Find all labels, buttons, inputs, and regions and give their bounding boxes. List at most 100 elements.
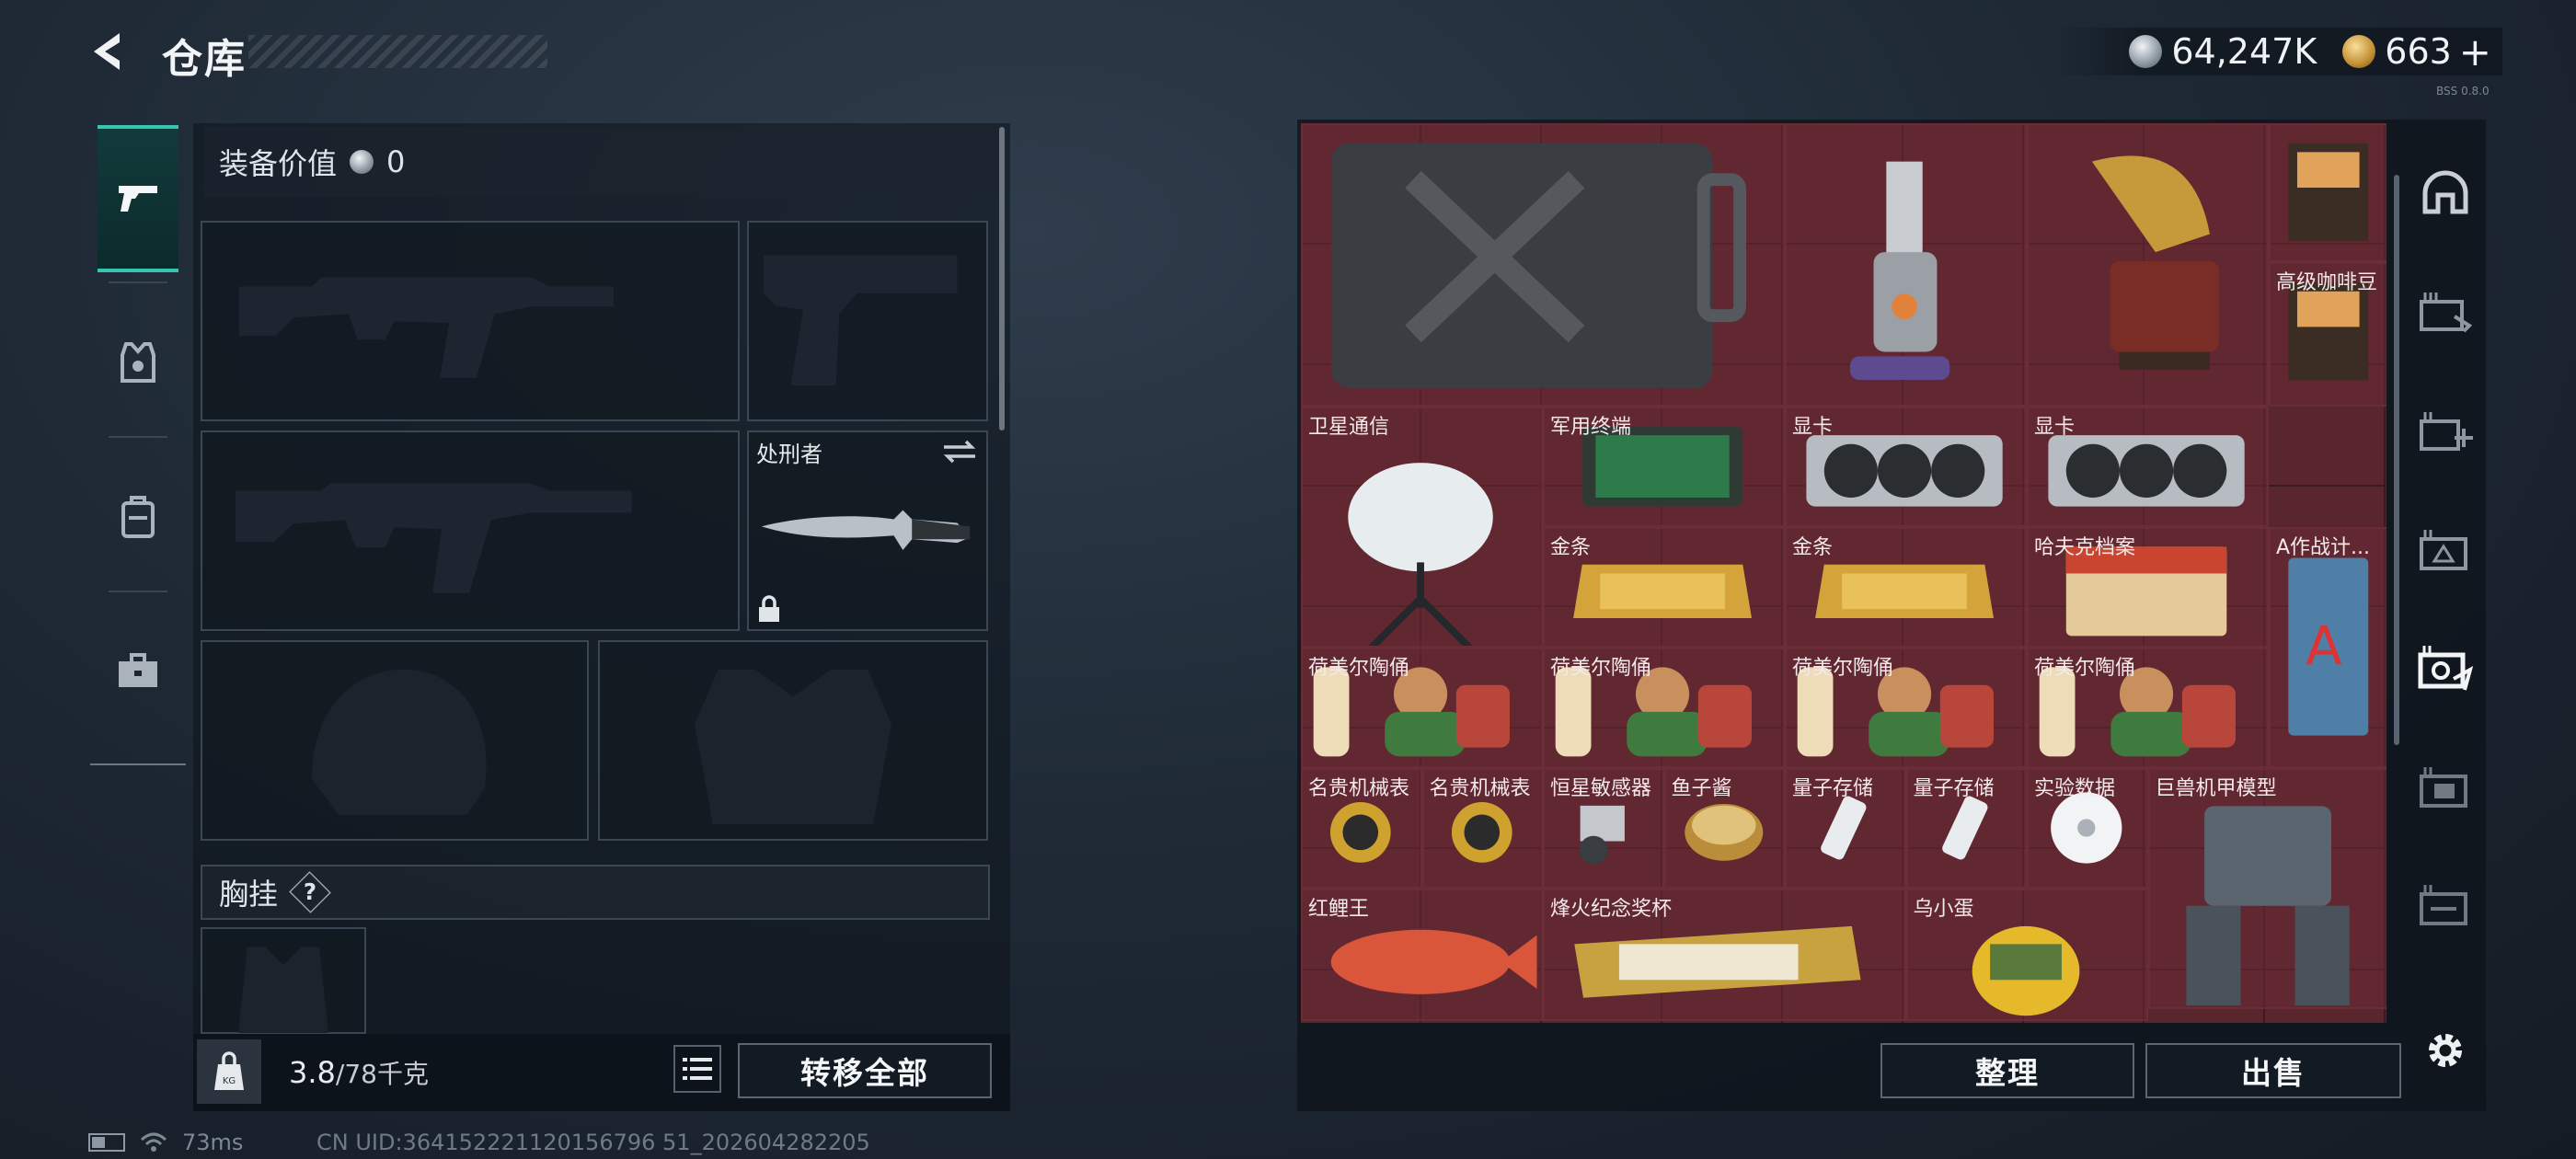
tab-medical[interactable] (2409, 396, 2482, 469)
helmet-slot[interactable] (201, 640, 589, 841)
pistol-icon (119, 186, 157, 212)
transfer-all-button[interactable]: 转移全部 (738, 1043, 992, 1098)
equipment-scrollbar[interactable] (999, 127, 1005, 430)
secondary-weapon-slot[interactable] (201, 430, 740, 631)
back-button[interactable] (85, 28, 132, 75)
version-tag: BSS 0.8.0 (2436, 85, 2490, 98)
tab-case[interactable] (98, 598, 178, 745)
chest-rig-label: 胸挂 (219, 877, 279, 912)
left-nav (90, 118, 186, 765)
sell-button[interactable]: 出售 (2145, 1043, 2401, 1098)
stash-item[interactable]: 恒星敏感器 (1543, 767, 1664, 889)
stash-item[interactable]: 卫星通信 (1301, 406, 1543, 648)
stash-item-name: 卫星通信 (1308, 415, 1390, 439)
armor-silhouette-icon (695, 669, 891, 825)
gear-icon (2429, 1034, 2462, 1067)
stash-grid: 高级咖啡豆 卫星通信 军用终端 显卡 显卡 金条 金条 哈夫克档案 A A作战计... 荷美尔陶俑 荷… (1301, 123, 2386, 1023)
stash-item[interactable]: 金条 (1785, 526, 2027, 648)
stash-item[interactable]: 荷美尔陶俑 (2027, 647, 2269, 768)
stash-item-name: 实验数据 (2034, 776, 2116, 800)
sort-button[interactable]: 整理 (1880, 1043, 2134, 1098)
stash-item[interactable]: 实验数据 (2027, 767, 2148, 889)
tab-armor-items[interactable] (2409, 513, 2482, 587)
stash-item-name: 金条 (1792, 535, 1834, 559)
stash-item[interactable]: 荷美尔陶俑 (1301, 647, 1543, 768)
tab-weapons[interactable] (98, 125, 178, 272)
stash-item[interactable]: 量子存储 (1785, 767, 1906, 889)
stash-item[interactable] (2269, 123, 2386, 262)
tab-all[interactable] (2409, 156, 2482, 230)
add-currency-button[interactable]: + (2459, 29, 2491, 75)
stash-item[interactable]: 名贵机械表 (1421, 767, 1543, 889)
status-bar: 73ms (88, 1130, 243, 1155)
page-title: 仓库 (162, 36, 247, 83)
chest-rig-slot[interactable] (201, 927, 366, 1034)
stash-item-name: 荷美尔陶俑 (2034, 656, 2136, 680)
stash-scrollbar[interactable] (2394, 175, 2399, 745)
stash-item-name: 巨兽机甲模型 (2155, 776, 2277, 800)
stash-item[interactable]: 哈夫克档案 (2027, 526, 2269, 648)
armor-vest-icon (121, 342, 155, 383)
rifle-silhouette-icon (235, 483, 632, 593)
stash-item[interactable]: 高级咖啡豆 (2269, 261, 2386, 407)
stash-item[interactable]: A A作战计... (2269, 526, 2386, 768)
stash-item[interactable] (1785, 123, 2027, 407)
stash-item[interactable]: 乌小蛋 (1905, 888, 2148, 1021)
stash-item[interactable] (2027, 123, 2269, 407)
melee-slot[interactable]: 处刑者 (747, 430, 988, 631)
stash-item[interactable]: 显卡 (2027, 406, 2269, 527)
stash-item[interactable]: 烽火纪念奖杯 (1543, 888, 1906, 1021)
gold-amount: 663 (2385, 31, 2452, 72)
latency: 73ms (182, 1130, 244, 1155)
tab-backpack[interactable] (98, 443, 178, 591)
primary-weapon-slot[interactable] (201, 221, 740, 421)
settings-button[interactable] (2409, 1014, 2482, 1087)
stash-item-name: 鱼子酱 (1671, 776, 1732, 800)
ammo-crate-icon (2420, 293, 2473, 333)
stash-item-name: 金条 (1550, 535, 1592, 559)
gold-coin-icon (2342, 35, 2376, 68)
stash-item[interactable]: 红鲤王 (1301, 888, 1543, 1021)
stash-item-name: A作战计... (2276, 535, 2371, 559)
misc-crate-icon (2420, 885, 2467, 925)
chest-rig-silhouette-icon (238, 947, 328, 1034)
stash-item-name: 荷美尔陶俑 (1792, 656, 1894, 680)
tab-ammo[interactable] (2409, 276, 2482, 350)
title-decoration (248, 35, 547, 68)
tab-valuables[interactable] (2409, 631, 2482, 705)
weight-bag-icon: KG (197, 1039, 261, 1104)
body-armor-slot[interactable] (598, 640, 988, 841)
stash-item[interactable]: 金条 (1543, 526, 1785, 648)
medical-crate-icon (2420, 412, 2473, 451)
stash-item[interactable]: 巨兽机甲模型 (2147, 767, 2386, 1009)
stash-item-name: 名贵机械表 (1308, 776, 1410, 800)
stash-item[interactable]: 鱼子酱 (1663, 767, 1785, 889)
stash-item[interactable] (1301, 123, 1785, 407)
book-icon: A (2288, 557, 2369, 736)
back-arrow-icon (94, 33, 120, 70)
equipment-value-bar: 装备价值 0 (204, 127, 1001, 197)
wifi-icon (140, 1132, 167, 1152)
stash-item[interactable]: 显卡 (1785, 406, 2027, 527)
stash-item[interactable]: 军用终端 (1543, 406, 1785, 527)
pistol-slot[interactable] (747, 221, 988, 421)
stash-item[interactable]: 荷美尔陶俑 (1543, 647, 1785, 768)
melee-label: 处刑者 (756, 442, 822, 467)
swap-icon[interactable] (942, 438, 977, 465)
tab-armor[interactable] (98, 289, 178, 436)
stash-item-name: 显卡 (2034, 415, 2076, 439)
rifle-silhouette-icon (238, 277, 614, 378)
helmet-outline-icon (2422, 170, 2468, 214)
stash-item[interactable]: 量子存储 (1905, 767, 2027, 889)
tab-misc[interactable] (2409, 868, 2482, 942)
list-view-button[interactable] (673, 1045, 721, 1093)
list-icon (683, 1058, 712, 1080)
stash-item[interactable]: 荷美尔陶俑 (1785, 647, 2027, 768)
vacuum-icon (1849, 161, 1950, 380)
chest-rig-header: 胸挂 ? (201, 865, 990, 920)
briefcase-icon (119, 653, 157, 687)
battery-icon (88, 1133, 125, 1152)
tab-documents[interactable] (2409, 751, 2482, 824)
stash-item[interactable]: 名贵机械表 (1301, 767, 1422, 889)
help-icon[interactable]: ? (289, 871, 331, 913)
